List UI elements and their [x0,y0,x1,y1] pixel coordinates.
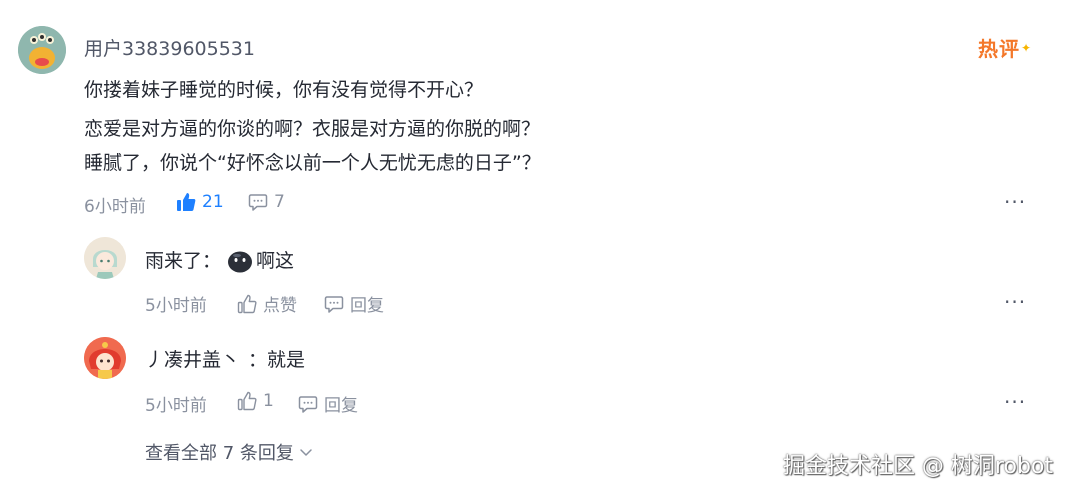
like-button[interactable]: 1 [237,391,274,411]
reply-time: 5小时前 [145,396,207,416]
black-blob-emoji-icon [228,251,253,273]
comment-button[interactable]: 7 [248,192,285,212]
reply-time: 5小时前 [145,296,207,316]
comment-thread: { "comment": { "username": "用户3383960553… [0,0,1069,492]
comment-line: 睡腻了，你说个“好怀念以前一个人无忧无虑的日子”？ [84,152,541,174]
reply-label: 回复 [324,396,358,416]
like-button[interactable]: 21 [176,192,224,212]
red-hair-character-avatar-icon [84,337,126,379]
monster-avatar-icon [18,26,66,74]
like-count: 1 [263,391,274,411]
more-options-icon[interactable]: ··· [1004,390,1026,414]
like-button[interactable]: 点赞 [237,291,297,316]
like-label: 点赞 [263,296,297,316]
watermark: 掘金技术社区 @ 树洞robot [782,454,1053,479]
sparkle-icon: ✦ [1021,40,1032,55]
reply-username[interactable]: 雨来了： [145,249,221,273]
reply-label: 回复 [350,296,384,316]
reply-button[interactable]: 回复 [324,291,384,316]
comment-line: 恋爱是对方逼的你谈的啊？衣服是对方逼的你脱的啊？ [84,118,541,140]
more-options-icon[interactable]: ··· [1004,290,1026,314]
avatar[interactable] [84,337,126,379]
comment-bubble-icon [298,395,318,413]
thumbs-up-icon [237,391,257,411]
thumbs-up-icon [237,294,257,313]
comment-count: 7 [274,192,285,212]
hot-badge-label: 热评 [978,37,1020,61]
comment-time: 6小时前 [84,197,146,217]
comment-bubble-icon [248,194,268,211]
reply-username[interactable]: 丿凑井盖丶 [145,348,240,372]
like-count: 21 [202,192,224,212]
avatar[interactable] [18,26,66,74]
hot-comment-badge: 热评 ✦ [978,33,1031,62]
comment-username[interactable]: 用户33839605531 [84,34,255,61]
comment-line: 你搂着妹子睡觉的时候，你有没有觉得不开心？ [84,79,484,101]
view-all-label: 查看全部 7 条回复 [145,443,294,464]
chevron-down-icon [300,449,312,456]
reply-text: 啊这 [256,250,295,272]
avatar[interactable] [84,237,126,279]
comment-bubble-icon [324,295,344,313]
reply-text: 就是 [267,349,306,371]
view-all-replies-button[interactable]: 查看全部 7 条回复 [145,439,314,465]
reply-content: 丿凑井盖丶 ： 就是 [145,348,305,372]
thumbs-up-filled-icon [177,193,196,211]
reply-separator: ： [248,349,268,371]
anime-girl-avatar-icon [84,237,126,279]
more-options-icon[interactable]: ··· [1004,190,1026,214]
reply-button[interactable]: 回复 [298,391,358,416]
reply-content: 雨来了： 啊这 [145,248,294,274]
